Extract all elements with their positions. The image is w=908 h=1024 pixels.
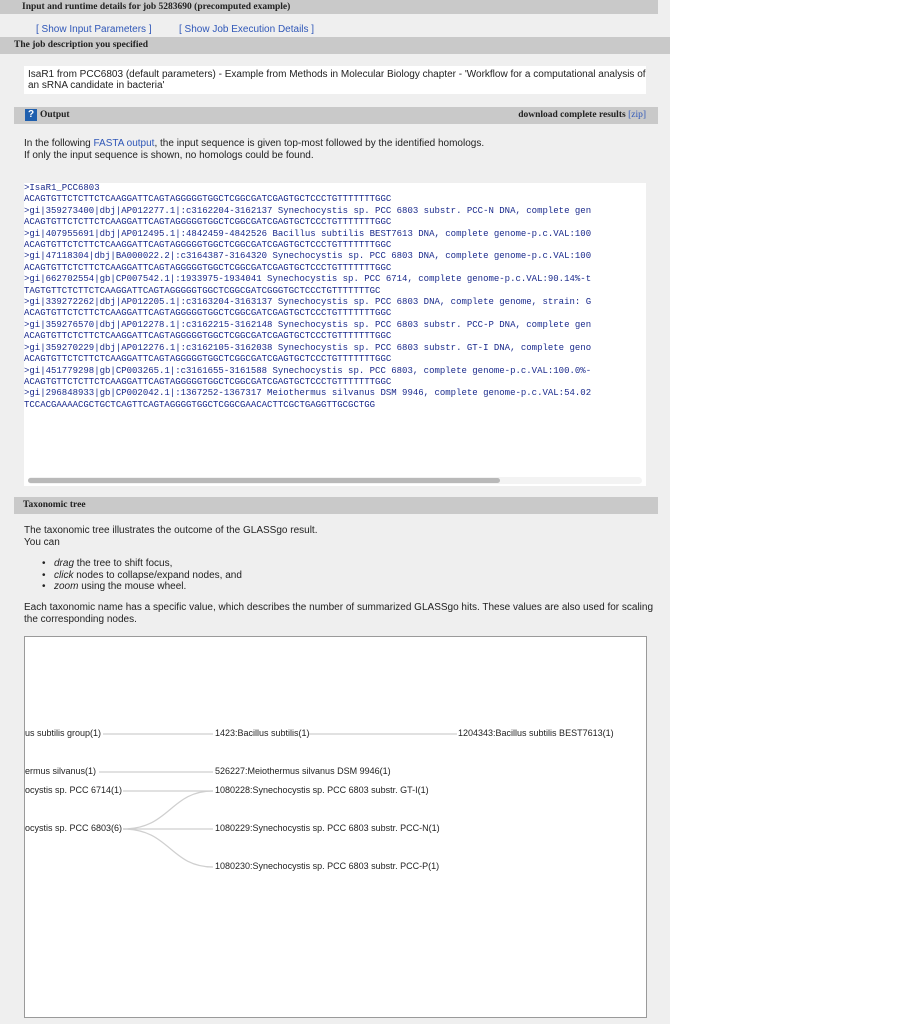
fasta-sequence-line: ACAGTGTTCTCTTCTCAAGGATTCAGTAGGGGGTGGCTCG… [24, 240, 392, 251]
fasta-header-line: >gi|451779298|gb|CP003265.1|:c3161655-31… [24, 365, 592, 376]
tree-node-synechocystis-pcc-n[interactable]: 1080229:Synechocystis sp. PCC 6803 subst… [215, 823, 440, 833]
fasta-text: >IsaR1_PCC6803 ACAGTGTTCTCTTCTCAAGGATTCAG… [24, 183, 591, 411]
tree-intro-line-2: You can [24, 537, 60, 548]
job-description-panel: IsaR1 from PCC6803 (default parameters) … [24, 66, 646, 94]
tree-node-meiothermus-silvanus[interactable]: ermus silvanus(1) [25, 766, 96, 776]
job-header-bar: Input and runtime details for job 528369… [0, 0, 658, 14]
tree-node-bacillus-subtilis[interactable]: 1423:Bacillus subtilis(1) [215, 728, 310, 738]
fasta-header-line: >gi|296848933|gb|CP002042.1|:1367252-136… [24, 388, 592, 399]
tree-node-meiothermus-dsm9946[interactable]: 526227:Meiothermus silvanus DSM 9946(1) [215, 766, 391, 776]
help-icon[interactable]: ? [25, 109, 37, 121]
list-item: drag the tree to shift focus, [24, 558, 324, 570]
list-item: zoom using the mouse wheel. [24, 581, 324, 593]
fasta-sequence-line: TCCACGAAAACGCTGCTCAGTTCAGTAGGGGTGGCTCGGC… [24, 399, 376, 410]
tree-note-line-2: the corresponding nodes. [24, 614, 137, 625]
list-item: click nodes to collapse/expand nodes, an… [24, 570, 324, 582]
tree-node-synechocystis-6803[interactable]: ocystis sp. PCC 6803(6) [25, 823, 122, 833]
fasta-header-line: >gi|359273400|dbj|AP012277.1|:c3162204-3… [24, 205, 592, 216]
fasta-header-line: >gi|339272262|dbj|AP012205.1|:c3163204-3… [24, 297, 592, 308]
taxonomic-tree-header: Taxonomic tree [14, 497, 658, 514]
tree-node-synechocystis-gt-i[interactable]: 1080228:Synechocystis sp. PCC 6803 subst… [215, 785, 429, 795]
output-title: Output [40, 110, 70, 120]
output-intro: In the following FASTA output, the input… [24, 138, 485, 149]
output-header: ? Output download complete results [zip] [14, 107, 658, 124]
taxonomic-tree-title: Taxonomic tree [23, 500, 86, 510]
show-input-parameters-link[interactable]: [ Show Input Parameters ] [36, 24, 152, 35]
tree-node-bacillus-subtilis-group[interactable]: us subtilis group(1) [25, 728, 101, 738]
fasta-header-line: >gi|662702554|gb|CP007542.1|:1933975-193… [24, 274, 592, 285]
tree-node-bacillus-subtilis-best7613[interactable]: 1204343:Bacillus subtilis BEST7613(1) [458, 728, 614, 738]
tree-node-synechocystis-6714[interactable]: ocystis sp. PCC 6714(1) [25, 785, 122, 795]
fasta-header-line: >gi|359276570|dbj|AP012278.1|:c3162215-3… [24, 319, 592, 330]
output-intro-line-2: If only the input sequence is shown, no … [24, 150, 314, 161]
fasta-sequence-line: ACAGTGTTCTCTTCTCAAGGATTCAGTAGGGGGTGGCTCG… [24, 262, 392, 273]
fasta-header-line: >IsaR1_PCC6803 [24, 183, 100, 193]
job-description-line-2: an sRNA candidate in bacteria' [28, 80, 165, 91]
job-description-header: The job description you specified [0, 37, 670, 54]
page-container: Input and runtime details for job 528369… [0, 0, 670, 1024]
tree-intro-line-1: The taxonomic tree illustrates the outco… [24, 525, 318, 536]
horizontal-scrollbar[interactable] [28, 477, 642, 484]
download-zip-link[interactable]: [zip] [628, 110, 646, 120]
show-job-execution-link[interactable]: [ Show Job Execution Details ] [179, 24, 314, 35]
fasta-sequence-line: ACAGTGTTCTCTTCTCAAGGATTCAGTAGGGGGTGGCTCG… [24, 331, 392, 342]
fasta-output-panel[interactable]: >IsaR1_PCC6803 ACAGTGTTCTCTTCTCAAGGATTCAG… [24, 183, 646, 486]
fasta-sequence-line: ACAGTGTTCTCTTCTCAAGGATTCAGTAGGGGGTGGCTCG… [24, 217, 392, 228]
tree-link [122, 828, 214, 868]
fasta-header-line: >gi|359270229|dbj|AP012276.1|:c3162105-3… [24, 342, 592, 353]
taxonomic-tree-canvas[interactable]: us subtilis group(1) 1423:Bacillus subti… [24, 636, 647, 1018]
horizontal-scrollbar-thumb[interactable] [28, 478, 500, 483]
tree-note-line-1: Each taxonomic name has a specific value… [24, 602, 654, 613]
fasta-sequence-line: ACAGTGTTCTCTTCTCAAGGATTCAGTAGGGGGTGGCTCG… [24, 194, 392, 205]
tree-link [122, 790, 214, 830]
fasta-header-line: >gi|407955691|dbj|AP012495.1|:4842459-48… [24, 228, 592, 239]
fasta-output-link[interactable]: FASTA output [94, 138, 155, 149]
download-results-label: download complete results [zip] [518, 110, 646, 120]
fasta-sequence-line: ACAGTGTTCTCTTCTCAAGGATTCAGTAGGGGGTGGCTCG… [24, 354, 392, 365]
tree-node-synechocystis-pcc-p[interactable]: 1080230:Synechocystis sp. PCC 6803 subst… [215, 861, 439, 871]
tree-instructions-list: drag the tree to shift focus, click node… [24, 558, 324, 593]
job-description-title: The job description you specified [14, 40, 149, 50]
fasta-sequence-line: ACAGTGTTCTCTTCTCAAGGATTCAGTAGGGGGTGGCTCG… [24, 376, 392, 387]
fasta-header-line: >gi|47118304|dbj|BA000022.2|:c3164387-31… [24, 251, 592, 262]
job-header-title: Input and runtime details for job 528369… [22, 2, 291, 12]
fasta-sequence-line: TAGTGTTCTCTTCTCAAGGATTCAGTAGGGGGTGGCTCGG… [24, 285, 381, 296]
fasta-sequence-line: ACAGTGTTCTCTTCTCAAGGATTCAGTAGGGGGTGGCTCG… [24, 308, 392, 319]
